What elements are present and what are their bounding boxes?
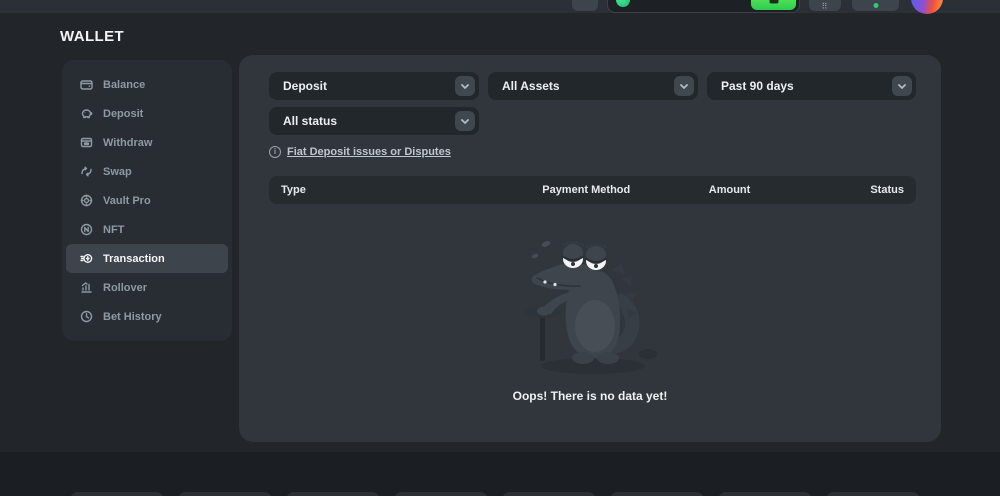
chat-button[interactable] <box>852 0 899 11</box>
footer-tile[interactable] <box>610 492 704 496</box>
sidebar-item-label: NFT <box>103 224 124 236</box>
info-icon: i <box>269 146 281 158</box>
sidebar-item-label: Deposit <box>103 108 143 120</box>
withdraw-icon <box>80 136 93 149</box>
transaction-type-select[interactable]: Deposit <box>269 72 479 100</box>
chat-icon <box>873 3 878 8</box>
chevron-down-icon <box>455 76 475 96</box>
transaction-panel: Deposit All Assets Past 90 days All stat… <box>239 55 941 442</box>
footer-tile[interactable] <box>286 492 380 496</box>
period-value: Past 90 days <box>721 79 794 93</box>
chevron-down-icon <box>455 111 475 131</box>
footer-tile[interactable] <box>394 492 488 496</box>
footer-tile[interactable] <box>502 492 596 496</box>
status-select[interactable]: All status <box>269 107 479 135</box>
crocodile-mascot-illustration <box>515 233 665 378</box>
column-header-status: Status <box>792 184 904 196</box>
deposit-button[interactable] <box>751 0 796 10</box>
nft-coin-icon <box>80 223 93 236</box>
sidebar-item-vault-pro[interactable]: Vault Pro <box>66 186 228 215</box>
deposit-wallet-icon <box>769 0 778 4</box>
chevron-down-icon <box>674 76 694 96</box>
sidebar-item-label: Transaction <box>103 253 165 265</box>
sidebar-item-deposit[interactable]: Deposit <box>66 99 228 128</box>
column-header-type: Type <box>281 184 505 196</box>
piggy-bank-icon <box>80 107 93 120</box>
asset-select[interactable]: All Assets <box>488 72 698 100</box>
coin-icon <box>616 0 630 7</box>
top-navigation-bar: ⠿ <box>0 0 1000 13</box>
transaction-type-value: Deposit <box>283 79 327 93</box>
fiat-dispute-link[interactable]: i Fiat Deposit issues or Disputes <box>269 146 451 158</box>
sidebar-item-label: Withdraw <box>103 137 152 149</box>
rollover-chart-icon <box>80 281 93 294</box>
wallet-sidebar: Balance Deposit Withdraw Swap Vault Pro <box>62 60 232 341</box>
sidebar-item-swap[interactable]: Swap <box>66 157 228 186</box>
fiat-dispute-label: Fiat Deposit issues or Disputes <box>287 146 451 158</box>
sidebar-item-withdraw[interactable]: Withdraw <box>66 128 228 157</box>
footer-tile[interactable] <box>718 492 812 496</box>
chevron-down-icon <box>892 76 912 96</box>
status-value: All status <box>283 114 337 128</box>
wallet-page: ⠿ WALLET Balance Deposit Withdraw <box>0 0 1000 496</box>
sidebar-item-label: Vault Pro <box>103 195 151 207</box>
vault-dial-icon <box>80 194 93 207</box>
user-avatar[interactable] <box>911 0 943 14</box>
sidebar-item-nft[interactable]: NFT <box>66 215 228 244</box>
column-header-payment-method: Payment Method <box>505 184 667 196</box>
wallet-balance-pill[interactable] <box>607 0 800 13</box>
apps-grid-button[interactable]: ⠿ <box>809 0 841 11</box>
sidebar-item-rollover[interactable]: Rollover <box>66 273 228 302</box>
footer-tile[interactable] <box>178 492 272 496</box>
search-button[interactable] <box>572 0 598 11</box>
transaction-table-header: Type Payment Method Amount Status <box>269 176 916 204</box>
empty-state-message: Oops! There is no data yet! <box>239 389 941 403</box>
sidebar-item-label: Bet History <box>103 311 162 323</box>
swap-arrows-icon <box>80 165 93 178</box>
clock-icon <box>80 310 93 323</box>
wallet-icon <box>80 78 93 91</box>
asset-value: All Assets <box>502 79 560 93</box>
transaction-coin-icon <box>80 252 93 265</box>
sidebar-item-label: Rollover <box>103 282 147 294</box>
sidebar-item-label: Balance <box>103 79 145 91</box>
sidebar-item-balance[interactable]: Balance <box>66 70 228 99</box>
footer-tile[interactable] <box>70 492 164 496</box>
sidebar-item-bet-history[interactable]: Bet History <box>66 302 228 331</box>
column-header-amount: Amount <box>667 184 792 196</box>
footer <box>0 452 1000 496</box>
sidebar-item-transaction[interactable]: Transaction <box>66 244 228 273</box>
page-title: WALLET <box>60 28 124 45</box>
footer-tile[interactable] <box>826 492 920 496</box>
period-select[interactable]: Past 90 days <box>707 72 916 100</box>
empty-state: Oops! There is no data yet! <box>239 233 941 403</box>
sidebar-item-label: Swap <box>103 166 132 178</box>
